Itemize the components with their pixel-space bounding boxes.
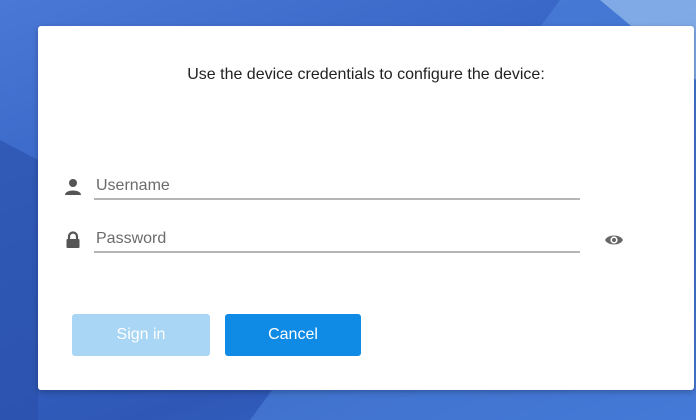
username-field — [64, 174, 624, 202]
password-field — [64, 227, 664, 255]
instruction-text: Use the device credentials to configure … — [187, 66, 545, 83]
credentials-dialog: Use the device credentials to configure … — [38, 26, 694, 390]
sign-in-button[interactable]: Sign in — [72, 314, 210, 356]
lock-icon — [66, 231, 80, 248]
cancel-button[interactable]: Cancel — [225, 314, 361, 356]
password-input[interactable] — [94, 227, 580, 253]
user-icon — [65, 179, 81, 195]
eye-icon[interactable] — [604, 232, 624, 248]
username-input[interactable] — [94, 174, 580, 200]
login-screen: Use the device credentials to configure … — [0, 0, 696, 420]
